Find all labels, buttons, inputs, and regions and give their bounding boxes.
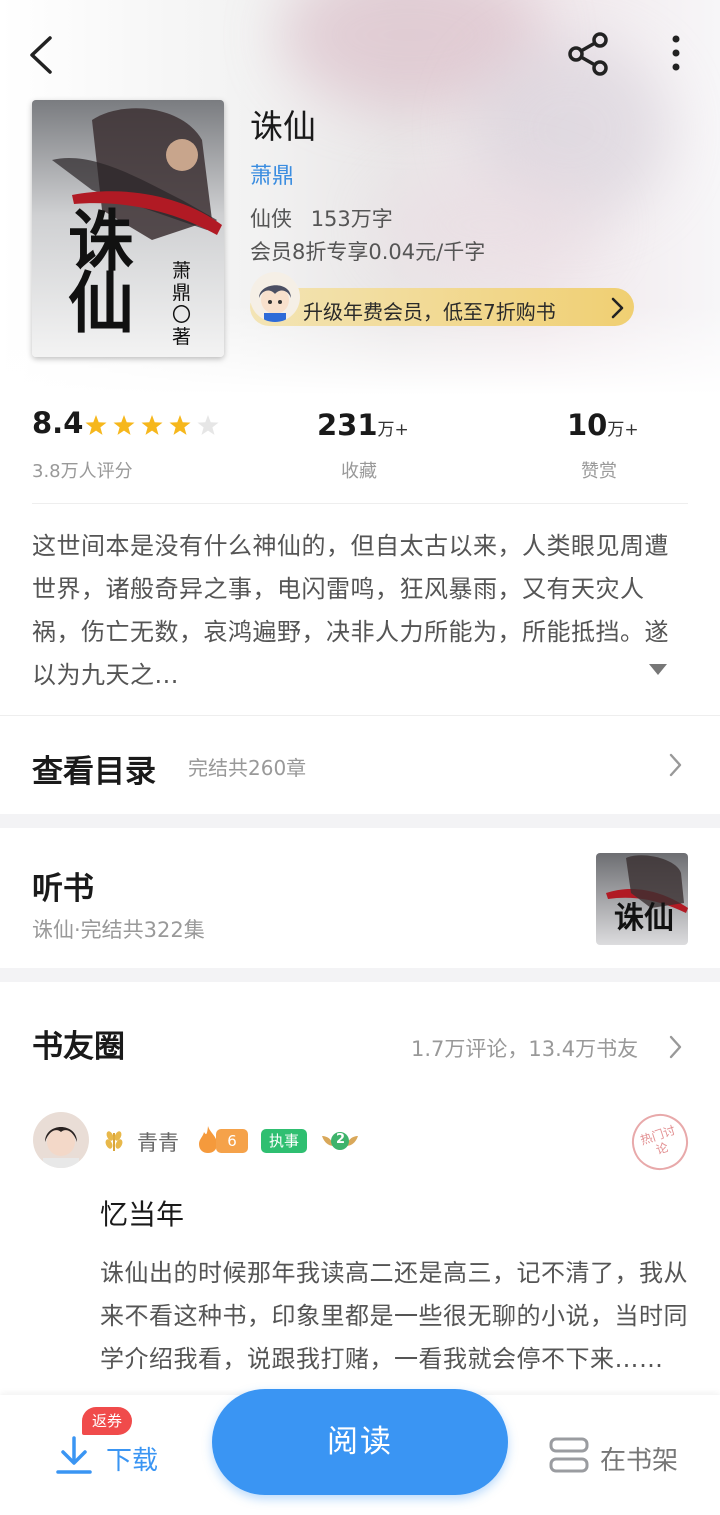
chevron-right-icon [669,753,682,777]
vip-promo-text: 升级年费会员，低至7折购书 [303,300,556,324]
cover-title-calligraphy: 诛仙 [68,202,134,342]
favorites-unit: 万+ [377,420,409,440]
coupon-badge: 返券 [82,1407,132,1435]
circle-info[interactable]: 1.7万评论，13.4万书友 [411,1033,638,1063]
rating-block[interactable]: 8.4 [32,406,83,440]
circle-title: 书友圈 [32,1029,125,1065]
audiobook-title: 听书 [32,871,94,907]
more-vertical-icon[interactable] [668,33,684,75]
read-button[interactable]: 阅读 [212,1389,508,1495]
rating-stars [85,415,219,435]
genre-wordcount: 仙侠 153万字 [250,203,393,233]
word-count: 153万字 [310,207,393,231]
likes-count: 10 [567,408,608,442]
username[interactable]: 青青 [137,1127,179,1157]
catalog-title: 查看目录 [32,754,156,790]
expand-caret-down-icon[interactable] [648,663,668,677]
download-icon[interactable] [52,1434,96,1478]
role-badge: 执事 [261,1129,307,1153]
audiobook-info: 诛仙·完结共322集 [32,918,205,942]
wheat-icon [105,1131,123,1151]
member-price: 会员8折专享0.04元/千字 [250,240,486,264]
catalog-info: 完结共260章 [188,756,307,780]
likes-label: 赞赏 [581,461,617,482]
read-label: 阅读 [327,1424,393,1460]
likes-unit: 万+ [607,420,639,440]
genre-label: 仙侠 [250,207,292,231]
fire-level-badge: 6 [216,1129,248,1153]
star-filled-icon [113,415,135,435]
author-link[interactable]: 萧鼎 [250,158,294,190]
book-cover-image[interactable]: 诛仙 萧鼎〇著 [32,100,224,357]
book-description[interactable]: 这世间本是没有什么神仙的，但自太古以来，人类眼见周遭世界，诸般奇异之事，电闪雷鸣… [32,525,692,697]
star-filled-icon [141,415,163,435]
user-avatar[interactable] [33,1112,89,1168]
post-body[interactable]: 诛仙出的时候那年我读高二还是高三，记不清了，我从来不看这种书，印象里都是一些很无… [100,1252,692,1395]
audiobook-cover-image[interactable]: 诛仙 [596,853,688,945]
star-empty-icon [197,415,219,435]
chevron-right-icon[interactable] [668,1034,684,1060]
star-filled-icon [169,415,191,435]
rating-score: 8.4 [32,406,84,440]
likes-block[interactable]: 10万+ [567,408,639,442]
download-label[interactable]: 下载 [106,1440,158,1477]
on-shelf-label[interactable]: 在书架 [600,1440,678,1477]
rating-count: 3.8万人评分 [32,461,133,482]
back-arrow-icon[interactable] [26,34,58,76]
chevron-right-icon [611,297,624,319]
rank-number: 2 [336,1132,346,1147]
cover-author-text: 萧鼎〇著 [172,260,192,348]
audiobook-cover-text: 诛仙 [614,901,674,936]
hot-discussion-stamp: 热门讨论 [624,1106,696,1178]
post-title[interactable]: 忆当年 [100,1193,184,1233]
share-icon[interactable] [566,31,612,77]
bookshelf-icon[interactable] [548,1436,590,1474]
section-separator [0,814,720,828]
stamp-text: 热门讨论 [638,1123,678,1158]
vip-mascot-avatar [250,272,300,322]
favorites-label: 收藏 [341,461,377,482]
star-filled-icon [85,415,107,435]
favorites-count: 231 [317,408,378,442]
favorites-block[interactable]: 231万+ [317,408,409,442]
book-title: 诛仙 [250,107,316,146]
divider [32,503,688,504]
section-separator [0,968,720,982]
